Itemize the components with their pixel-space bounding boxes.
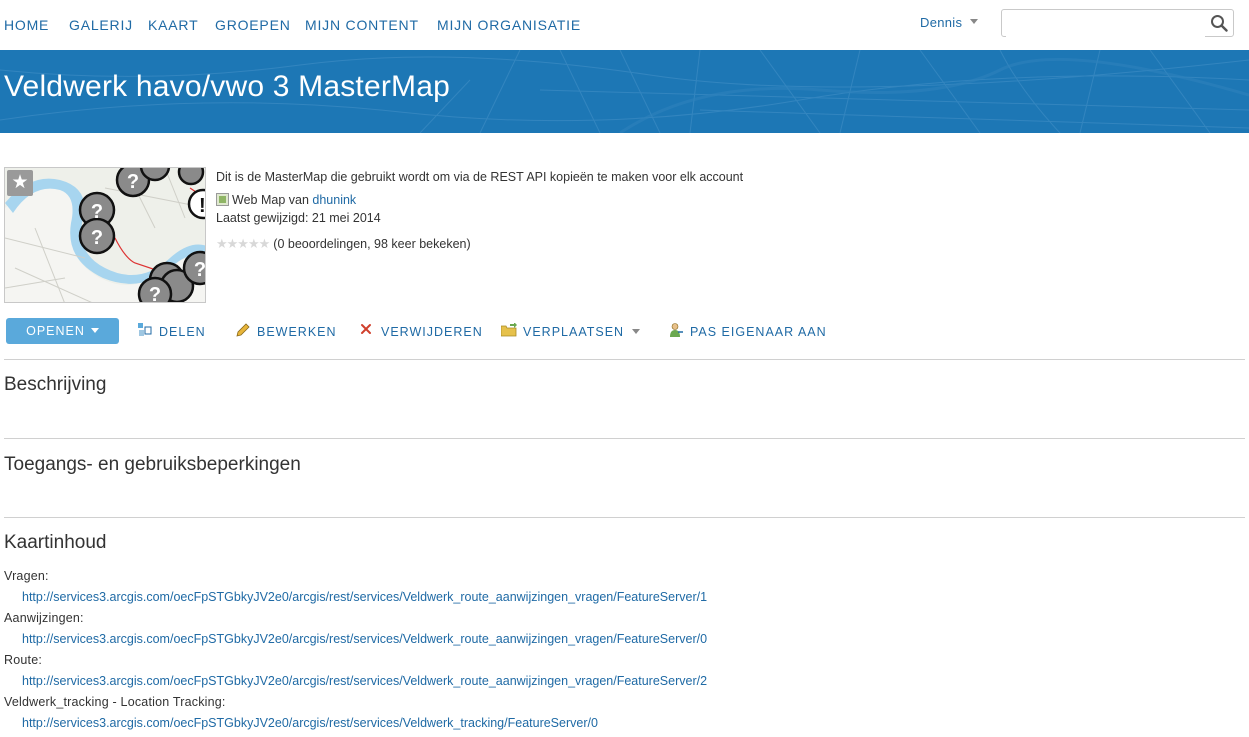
svg-text:?: ? [194, 259, 206, 281]
nav-my-content[interactable]: MIJN CONTENT [305, 17, 419, 33]
svg-text:?: ? [91, 201, 103, 223]
divider [4, 359, 1245, 360]
nav-groups[interactable]: GROEPEN [215, 17, 291, 33]
user-name: Dennis [920, 15, 963, 30]
layer-name: Aanwijzingen: [4, 611, 84, 625]
section-access-title: Toegangs- en gebruiksbeperkingen [4, 454, 301, 475]
share-button[interactable]: DELEN [137, 323, 206, 339]
item-summary: Dit is de MasterMap die gebruikt wordt o… [216, 170, 744, 184]
share-label: DELEN [159, 325, 206, 339]
nav-my-organization[interactable]: MIJN ORGANISATIE [437, 17, 581, 33]
rating-text: (0 beoordelingen, 98 keer bekeken) [273, 237, 471, 251]
nav-gallery[interactable]: GALERIJ [69, 17, 133, 33]
chevron-down-icon [970, 19, 979, 25]
chevron-down-icon [90, 328, 99, 334]
user-menu[interactable]: Dennis [920, 15, 979, 30]
move-label: VERPLAATSEN [523, 325, 625, 339]
search-icon[interactable] [1210, 14, 1228, 32]
rating-stars-icon[interactable]: ★★★★★ [216, 236, 270, 252]
layer-url-link[interactable]: http://services3.arcgis.com/oecFpSTGbkyJ… [22, 632, 707, 646]
section-contents-title: Kaartinhoud [4, 532, 107, 553]
share-icon [138, 323, 152, 336]
edit-label: BEWERKEN [257, 325, 337, 339]
pencil-icon [236, 323, 250, 337]
nav-home[interactable]: HOME [4, 17, 49, 33]
divider [4, 517, 1245, 518]
svg-text:?: ? [149, 284, 161, 303]
web-map-icon [216, 193, 229, 206]
owner-link[interactable]: dhunink [312, 193, 356, 207]
item-type: Web Map van [232, 193, 309, 207]
change-owner-button[interactable]: PAS EIGENAAR AAN [668, 323, 827, 339]
layer-url-link[interactable]: http://services3.arcgis.com/oecFpSTGbkyJ… [22, 590, 707, 604]
layer-url-link[interactable]: http://services3.arcgis.com/oecFpSTGbkyJ… [22, 716, 598, 730]
layer-name: Vragen: [4, 569, 49, 583]
layer-url-link[interactable]: http://services3.arcgis.com/oecFpSTGbkyJ… [22, 674, 707, 688]
nav-map[interactable]: KAART [148, 17, 198, 33]
layer-name: Route: [4, 653, 43, 667]
last-modified: Laatst gewijzigd: 21 mei 2014 [216, 211, 381, 225]
item-type-line: Web Map van dhunink [216, 193, 356, 207]
layer-name: Veldwerk_tracking - Location Tracking: [4, 695, 226, 709]
rating-line: ★★★★★ (0 beoordelingen, 98 keer bekeken) [216, 236, 471, 252]
title-banner: Veldwerk havo/vwo 3 MasterMap [0, 50, 1249, 133]
folder-move-icon [501, 323, 517, 337]
svg-text:?: ? [91, 227, 103, 249]
delete-button[interactable]: VERWIJDEREN [359, 323, 483, 339]
open-button[interactable]: OPENEN [6, 318, 119, 344]
top-navigation: HOME GALERIJ KAART GROEPEN MIJN CONTENT … [0, 0, 1249, 50]
move-button[interactable]: VERPLAATSEN [501, 323, 641, 339]
divider [4, 438, 1245, 439]
chevron-down-icon [632, 329, 641, 335]
page-title: Veldwerk havo/vwo 3 MasterMap [4, 70, 451, 103]
favorite-star-icon[interactable]: ★ [7, 170, 33, 196]
map-preview-image: ??? ?? ! [5, 168, 206, 303]
search-input[interactable] [1006, 11, 1205, 37]
svg-text:!: ! [199, 195, 206, 217]
delete-label: VERWIJDEREN [381, 325, 483, 339]
map-thumbnail[interactable]: ??? ?? ! ★ [4, 167, 206, 303]
svg-text:?: ? [127, 171, 139, 193]
user-change-icon [670, 323, 683, 337]
open-button-label: OPENEN [26, 324, 85, 338]
search-box [1001, 9, 1234, 37]
change-owner-label: PAS EIGENAAR AAN [690, 325, 827, 339]
section-description-title: Beschrijving [4, 374, 107, 395]
edit-button[interactable]: BEWERKEN [235, 323, 337, 339]
delete-x-icon [361, 324, 371, 334]
